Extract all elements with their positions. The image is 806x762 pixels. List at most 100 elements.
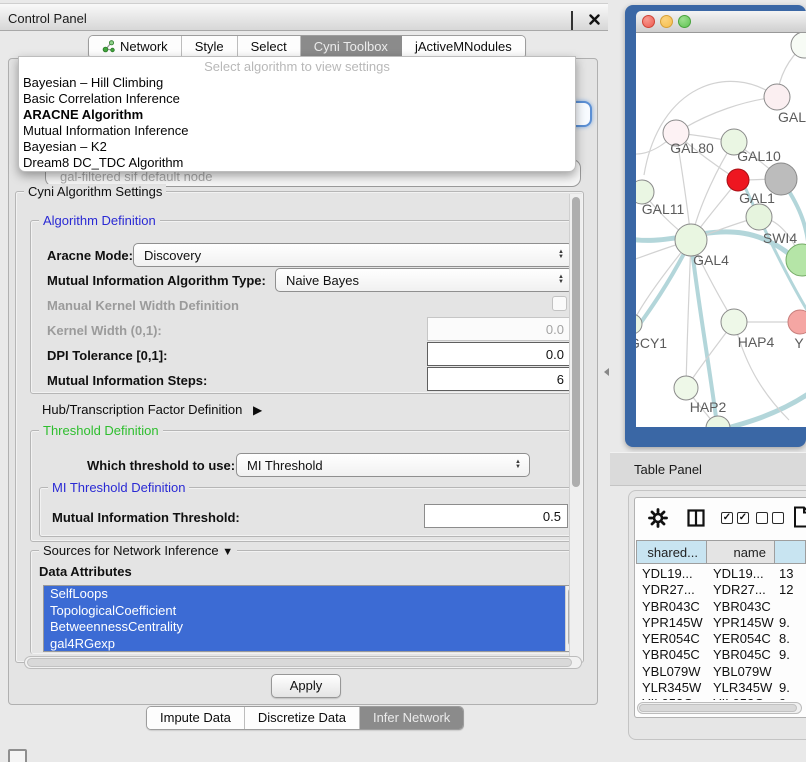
kernel-width-label: Kernel Width (0,1): [47,323,162,338]
group-title: Sources for Network Inference ▼ [39,543,237,558]
tab-network[interactable]: Network [89,36,182,58]
list-item-selected[interactable]: BetweennessCentrality [44,619,578,636]
algorithm-definition-group: Algorithm Definition Aracne Mode: Discov… [30,220,580,394]
algorithm-option[interactable]: Bayesian – K2 [19,139,575,155]
selected-value: MI Threshold [247,458,515,473]
table-row[interactable]: YPR145WYPR145W9. [636,615,806,631]
algorithm-option-highlighted[interactable]: ARACNE Algorithm [19,107,575,123]
table-row[interactable]: YDL19...YDL19...13 [636,566,806,582]
node-label: SWI4 [763,230,797,246]
node-label: HAP4 [738,334,775,350]
table-row[interactable]: YER054CYER054C8. [636,631,806,647]
aracne-mode-select[interactable]: Discovery ▲▼ [133,243,573,267]
column-header-name[interactable]: name [707,540,775,564]
algorithm-combobox-fragment[interactable] [574,101,592,127]
list-item-selected[interactable]: SelfLoops [44,586,578,603]
close-traffic-light-icon[interactable] [642,15,655,28]
which-threshold-select[interactable]: MI Threshold ▲▼ [236,453,530,477]
algorithm-option[interactable]: Basic Correlation Inference [19,91,575,107]
chevron-up-down-icon: ▲▼ [515,460,521,470]
checkbox-unchecked-icon [772,512,784,524]
table-row[interactable]: YBL079WYBL079W [636,664,806,680]
hub-definition-toggle[interactable]: Hub/Transcription Factor Definition ▶ [42,402,262,417]
network-node[interactable] [786,244,806,276]
aracne-mode-label: Aracne Mode: [47,248,133,263]
sources-group: Sources for Network Inference ▼ Data Att… [30,550,580,654]
tab-label: Cyni Toolbox [314,39,388,54]
network-node[interactable] [764,84,790,110]
tab-select[interactable]: Select [238,36,301,58]
table-horizontal-scrollbar[interactable] [637,702,802,714]
column-header-partial[interactable] [775,540,806,564]
mi-threshold-definition-group: MI Threshold Definition Mutual Informati… [39,487,573,537]
minimized-panel-icon[interactable] [8,749,27,762]
settings-vertical-scrollbar[interactable] [569,194,582,660]
table-row[interactable]: YIL052CYIL052C9 [636,696,806,700]
tab-label: Select [251,39,287,54]
node-label: HAP2 [690,399,727,415]
network-node[interactable] [788,310,806,334]
gear-icon[interactable] [648,508,668,528]
float-icon [571,11,573,30]
network-node[interactable] [636,314,642,334]
algorithm-dropdown-popup: Select algorithm to view settings Bayesi… [18,56,576,172]
algorithm-option[interactable]: Bayesian – Hill Climbing [19,75,575,91]
zoom-traffic-light-icon[interactable] [678,15,691,28]
network-node[interactable] [674,376,698,400]
table-row[interactable]: YLR345WYLR345W9. [636,680,806,696]
kernel-width-input[interactable]: 0.0 [427,317,571,341]
network-node-selected[interactable] [727,169,749,191]
manual-kernel-checkbox[interactable] [552,296,567,311]
table-panel-header: Table Panel [610,452,806,486]
hide-unchecked-columns-button[interactable] [756,512,784,524]
algorithm-option[interactable]: Dream8 DC_TDC Algorithm [19,155,575,171]
network-node[interactable] [791,33,806,58]
tab-impute-data[interactable]: Impute Data [147,707,245,729]
table-row[interactable]: YBR045CYBR045C9. [636,647,806,663]
apply-button[interactable]: Apply [271,674,341,698]
columns-icon[interactable] [687,509,705,527]
tab-label: Style [195,39,224,54]
splitter-collapse-arrow[interactable] [604,368,609,376]
close-panel-button[interactable] [589,12,602,25]
application-window: Control Panel Network Style Select Cyni … [0,0,806,762]
node-label: GAL11 [642,201,685,217]
panel-title: Control Panel [8,11,87,26]
chevron-up-down-icon: ▲▼ [558,275,564,285]
node-label: GCY1 [636,335,667,351]
network-node[interactable] [721,309,747,335]
tab-discretize-data[interactable]: Discretize Data [245,707,360,729]
column-header-shared-name[interactable]: shared... [636,540,707,564]
settings-horizontal-scrollbar[interactable] [24,656,582,669]
tab-cyni-toolbox[interactable]: Cyni Toolbox [301,36,402,58]
close-icon [589,14,600,25]
show-checked-columns-button[interactable]: ✓ ✓ [721,512,749,524]
float-panel-button[interactable] [570,12,583,25]
tab-jactivemnodules[interactable]: jActiveMNodules [402,36,525,58]
selected-value: Naive Bayes [286,273,558,288]
which-threshold-label: Which threshold to use: [87,458,235,473]
list-item-selected[interactable]: TopologicalCoefficient [44,603,578,620]
network-window-titlebar[interactable] [636,11,806,33]
tab-infer-network[interactable]: Infer Network [360,707,463,729]
mi-type-select[interactable]: Naive Bayes ▲▼ [275,268,573,292]
algorithm-option[interactable]: Mutual Information Inference [19,123,575,139]
table-row[interactable]: YDR27...YDR27...12 [636,582,806,598]
checkbox-checked-icon: ✓ [737,512,749,524]
node-label: GAL1 [739,190,775,206]
file-icon[interactable] [793,506,806,528]
tab-label: Impute Data [160,710,231,725]
hub-definition-label: Hub/Transcription Factor Definition [42,402,242,417]
mi-threshold-input[interactable]: 0.5 [424,504,568,528]
minimize-traffic-light-icon[interactable] [660,15,673,28]
list-item-selected[interactable]: gal4RGexp [44,636,578,653]
network-canvas[interactable]: GAL GAL80 GAL10 GAL1 GAL11 SWI4 GAL4 GCY… [636,33,806,427]
mi-steps-label: Mutual Information Steps: [47,373,207,388]
dpi-tolerance-input[interactable]: 0.0 [427,342,571,366]
tab-label: Network [120,39,168,54]
tab-style[interactable]: Style [182,36,238,58]
threshold-definition-group: Threshold Definition Which threshold to … [30,430,580,542]
table-row[interactable]: YBR043CYBR043C [636,599,806,615]
mi-steps-input[interactable]: 6 [427,367,571,391]
network-node[interactable] [746,204,772,230]
